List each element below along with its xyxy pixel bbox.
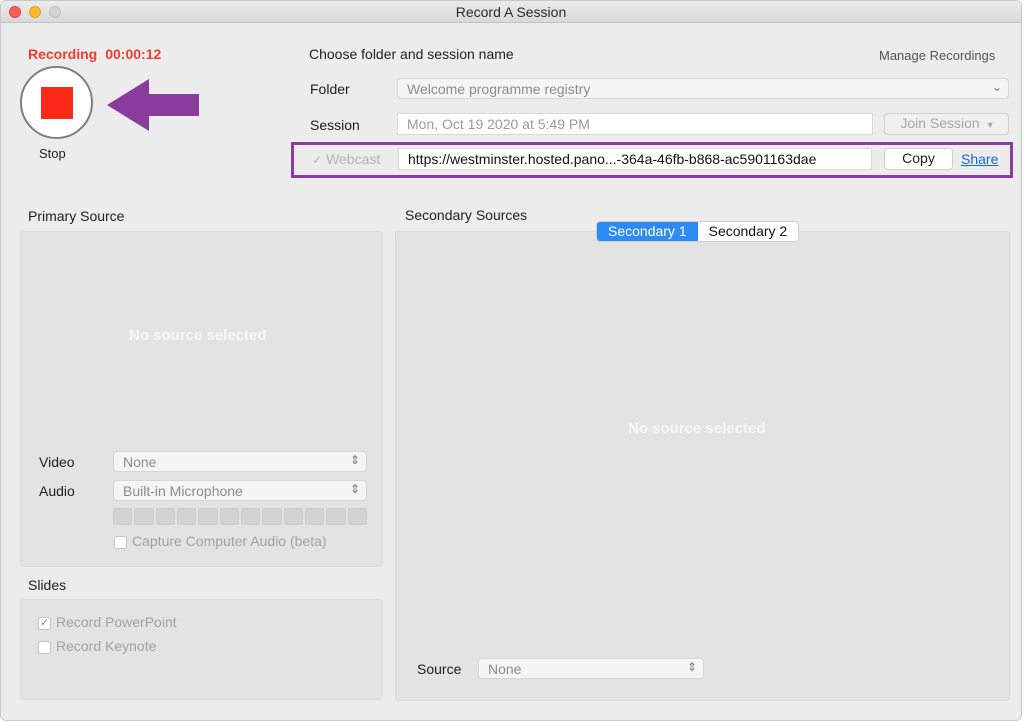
audio-select-value: Built-in Microphone <box>123 483 243 499</box>
meter-segment <box>155 508 175 525</box>
slides-heading: Slides <box>28 577 67 593</box>
secondary-sources-panel <box>395 231 1010 701</box>
meter-segment <box>219 508 239 525</box>
folder-label: Folder <box>310 81 350 97</box>
meter-segment <box>240 508 261 525</box>
stop-label: Stop <box>39 146 66 161</box>
meter-segment <box>304 508 325 525</box>
meter-segment <box>326 508 346 525</box>
webcast-highlight-annotation <box>291 142 1013 178</box>
record-keynote-option[interactable]: Record Keynote <box>38 638 156 654</box>
meter-segment <box>347 508 367 525</box>
window-title: Record A Session <box>455 4 567 20</box>
manage-recordings-link[interactable]: Manage Recordings <box>879 48 995 63</box>
record-keynote-label: Record Keynote <box>56 638 157 654</box>
up-down-chevron-icon: ⇕ <box>686 660 697 674</box>
secondary-sources-heading: Secondary Sources <box>405 207 528 223</box>
recording-status: Recording 00:00:12 <box>28 46 161 62</box>
join-session-button[interactable]: Join Session ▾ <box>884 113 1009 135</box>
record-powerpoint-checkbox[interactable]: ✓ <box>38 616 51 630</box>
secondary-no-source-text: No source selected <box>628 420 766 437</box>
video-label: Video <box>39 454 75 470</box>
tab-secondary-1[interactable]: Secondary 1 <box>597 222 698 241</box>
primary-no-source-text: No source selected <box>129 327 267 344</box>
folder-select-value: Welcome programme registry <box>407 81 591 97</box>
title-bar: Record A Session <box>1 1 1021 23</box>
record-keynote-checkbox[interactable] <box>38 640 51 654</box>
up-down-chevron-icon: ⇕ <box>349 453 360 467</box>
primary-source-heading: Primary Source <box>28 208 125 224</box>
video-source-select[interactable]: None ⇕ <box>113 451 367 472</box>
tab-secondary-2[interactable]: Secondary 2 <box>697 222 799 241</box>
session-name-input[interactable]: Mon, Oct 19 2020 at 5:49 PM <box>397 113 873 135</box>
capture-audio-checkbox[interactable] <box>114 535 127 549</box>
secondary-tabs: Secondary 1 Secondary 2 <box>596 221 800 242</box>
join-session-label: Join Session <box>900 115 980 131</box>
meter-segment <box>113 508 133 525</box>
secondary-source-select[interactable]: None ⇕ <box>478 658 704 679</box>
checkmark-icon: ✓ <box>39 616 50 629</box>
capture-audio-label: Capture Computer Audio (beta) <box>132 533 327 549</box>
up-down-chevron-icon: ⇕ <box>349 482 360 496</box>
meter-segment <box>198 508 218 525</box>
source-label: Source <box>417 661 462 677</box>
folder-select[interactable]: Welcome programme registry ⌄ <box>397 78 1009 99</box>
recording-timer: 00:00:12 <box>105 46 162 62</box>
left-arrow-icon <box>107 79 199 131</box>
meter-segment <box>134 508 154 525</box>
record-powerpoint-label: Record PowerPoint <box>56 614 177 630</box>
choose-folder-heading: Choose folder and session name <box>309 46 514 62</box>
record-powerpoint-option[interactable]: ✓ Record PowerPoint <box>38 614 177 630</box>
recording-status-label: Recording <box>28 46 98 62</box>
secondary-source-value: None <box>488 661 522 677</box>
chevron-down-icon: ⌄ <box>991 80 1002 94</box>
audio-level-meter <box>113 508 367 525</box>
meter-segment <box>262 508 282 525</box>
stop-recording-button[interactable] <box>20 66 93 139</box>
audio-source-select[interactable]: Built-in Microphone ⇕ <box>113 480 367 501</box>
capture-audio-option[interactable]: Capture Computer Audio (beta) <box>114 533 327 549</box>
meter-segment <box>176 508 197 525</box>
record-session-window: Record A Session Recording 00:00:12 Stop … <box>0 0 1022 721</box>
stop-square-icon <box>41 87 73 119</box>
audio-label: Audio <box>39 483 75 499</box>
meter-segment <box>283 508 303 525</box>
session-label: Session <box>310 117 360 133</box>
video-select-value: None <box>123 454 157 470</box>
chevron-down-icon: ▾ <box>987 120 993 131</box>
